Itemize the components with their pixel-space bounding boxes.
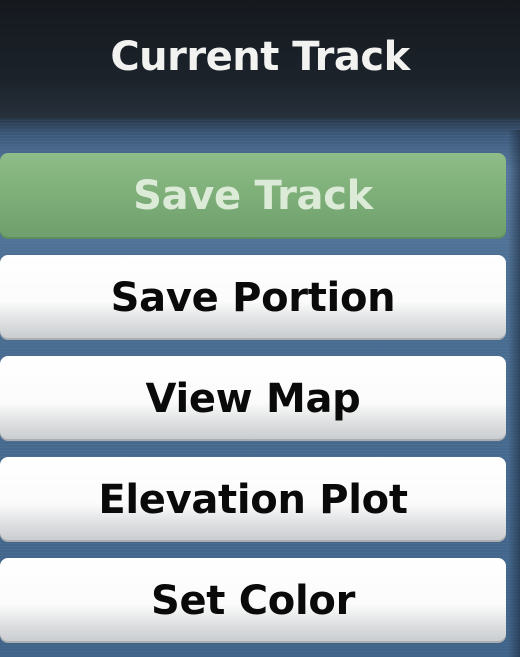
save-track-button[interactable]: Save Track [0,153,506,239]
device-screen: Current Track Save Track Save Portion Vi… [0,0,520,657]
elevation-plot-button[interactable]: Elevation Plot [0,457,506,542]
save-portion-button[interactable]: Save Portion [0,255,506,340]
set-color-button[interactable]: Set Color [0,558,506,643]
save-track-label: Save Track [133,173,373,219]
view-map-label: View Map [145,375,361,422]
view-map-button[interactable]: View Map [0,356,506,441]
page-title: Current Track [110,34,410,80]
title-bar: Current Track [0,0,520,118]
scroll-edge [508,130,520,657]
save-portion-label: Save Portion [110,274,396,321]
elevation-plot-label: Elevation Plot [98,476,408,523]
set-color-label: Set Color [150,577,356,624]
